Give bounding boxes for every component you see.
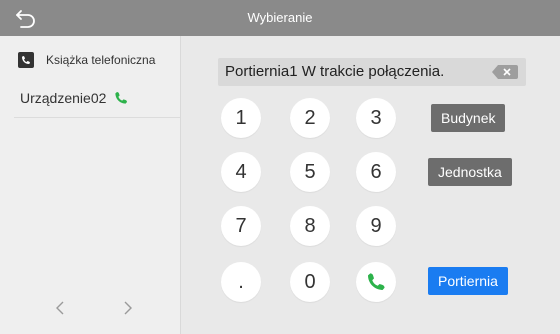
key-8[interactable]: 8 — [290, 206, 330, 246]
key-dot[interactable]: . — [221, 262, 261, 302]
backspace-button[interactable] — [492, 65, 518, 79]
device-item[interactable]: Urządzenie02 — [20, 88, 128, 108]
key-5[interactable]: 5 — [290, 152, 330, 192]
key-4[interactable]: 4 — [221, 152, 261, 192]
key-2[interactable]: 2 — [290, 98, 330, 138]
guard-button[interactable]: Portiernia — [428, 267, 508, 295]
dial-status-text: Portiernia1 W trakcie połączenia. — [225, 63, 445, 80]
key-0[interactable]: 0 — [290, 262, 330, 302]
phonebook-label: Książka telefoniczna — [46, 53, 156, 67]
key-9[interactable]: 9 — [356, 206, 396, 246]
sidebar-divider — [14, 117, 180, 118]
key-6[interactable]: 6 — [356, 152, 396, 192]
device-label: Urządzenie02 — [20, 90, 107, 106]
phone-icon — [368, 273, 385, 290]
chevron-right-icon — [124, 301, 132, 315]
next-page-button[interactable] — [118, 296, 138, 320]
key-7[interactable]: 7 — [221, 206, 261, 246]
key-3[interactable]: 3 — [356, 98, 396, 138]
page-title: Wybieranie — [247, 10, 313, 25]
phone-icon — [115, 92, 128, 104]
prev-page-button[interactable] — [50, 296, 70, 320]
unit-button[interactable]: Jednostka — [428, 158, 512, 186]
dial-status-field: Portiernia1 W trakcie połączenia. — [218, 58, 526, 86]
phonebook-icon — [18, 52, 34, 68]
building-button[interactable]: Budynek — [431, 104, 506, 132]
key-1[interactable]: 1 — [221, 98, 261, 138]
top-bar: Wybieranie — [0, 0, 560, 36]
backspace-icon — [492, 65, 518, 79]
phonebook-link[interactable]: Książka telefoniczna — [18, 50, 155, 70]
call-button[interactable] — [356, 262, 396, 302]
sidebar: Książka telefoniczna Urządzenie02 — [0, 36, 181, 334]
chevron-left-icon — [56, 301, 64, 315]
pager — [48, 296, 148, 320]
